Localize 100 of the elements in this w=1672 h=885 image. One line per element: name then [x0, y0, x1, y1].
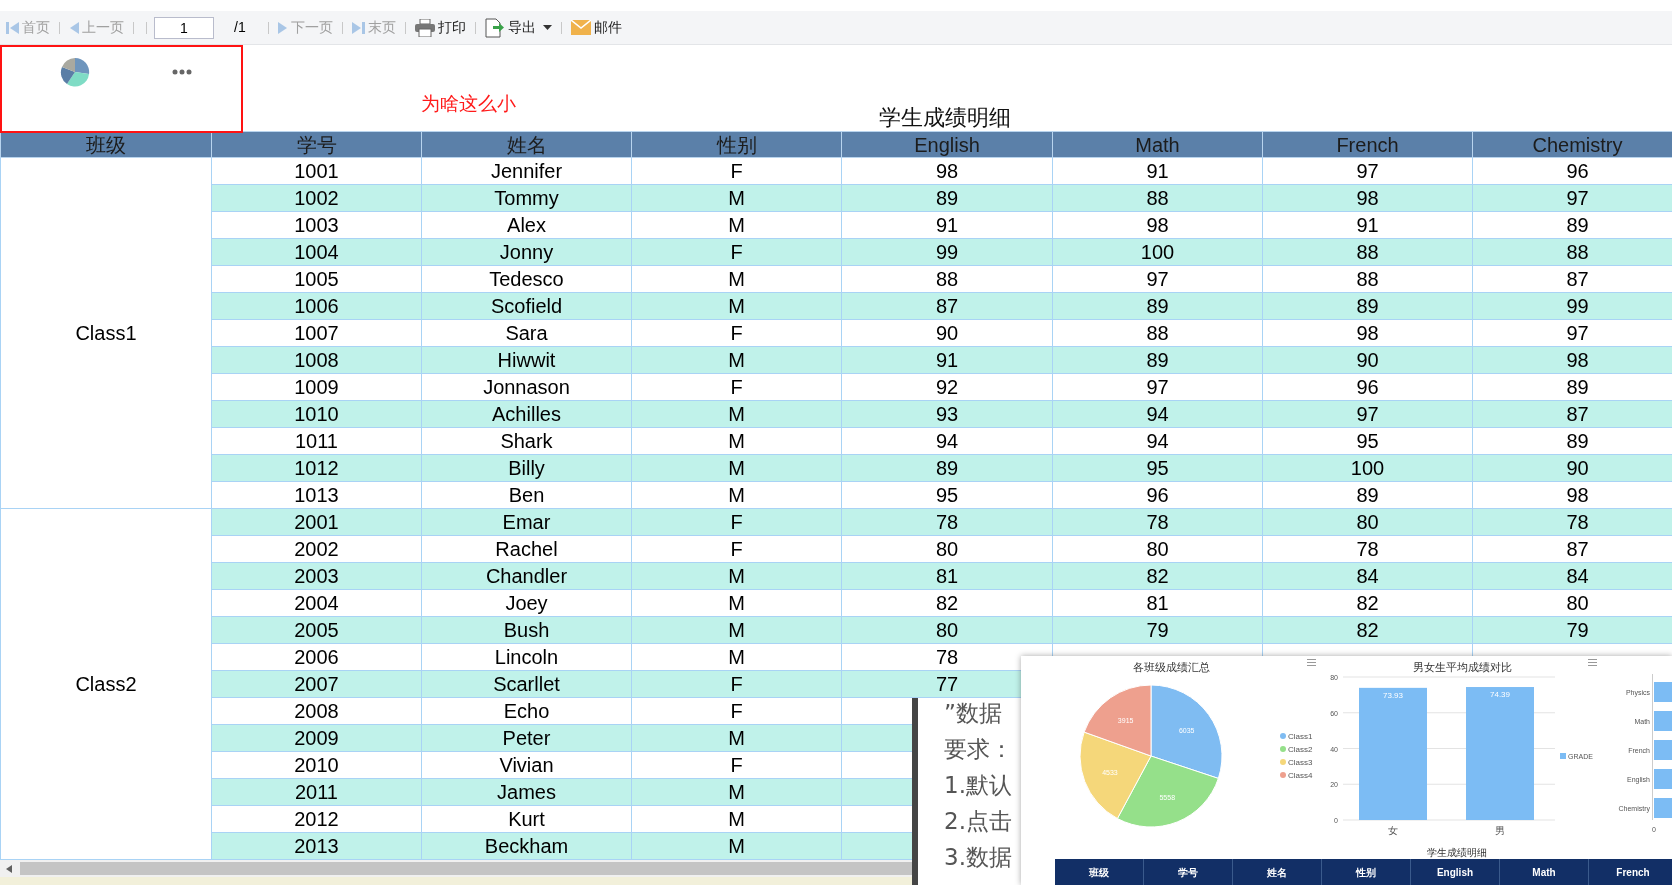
- table-cell: 89: [1262, 481, 1473, 509]
- bar: [1654, 769, 1672, 789]
- legend-label: Class4: [1288, 771, 1313, 780]
- table-cell: 1010: [211, 400, 422, 428]
- table-cell: 98: [1262, 184, 1473, 212]
- table-cell: F: [631, 319, 842, 347]
- table-cell: 78: [1052, 508, 1263, 536]
- table-cell: 2004: [211, 589, 422, 617]
- table-cell: 89: [1472, 427, 1672, 455]
- table-cell: 89: [841, 454, 1053, 482]
- table-cell: 2002: [211, 535, 422, 563]
- export-button[interactable]: 导出: [482, 15, 554, 40]
- table-cell: M: [631, 643, 842, 671]
- table-cell: 80: [841, 616, 1053, 644]
- table-cell: 91: [841, 211, 1053, 239]
- page-number-field[interactable]: 1: [154, 16, 214, 39]
- table-cell: 78: [1472, 508, 1672, 536]
- table-cell: 82: [1262, 589, 1473, 617]
- table-cell: 98: [841, 157, 1053, 185]
- table-cell: Scarllet: [421, 670, 632, 698]
- class-cell: Class1: [0, 157, 212, 509]
- pie-chart-icon[interactable]: [60, 57, 90, 87]
- table-cell: M: [631, 454, 842, 482]
- table-cell: 1008: [211, 346, 422, 374]
- table-cell: Hiwwit: [421, 346, 632, 374]
- chart-title: 男女生平均成绩对比: [1412, 661, 1512, 673]
- table-cell: 87: [1472, 265, 1672, 293]
- table-cell: 1009: [211, 373, 422, 401]
- table-cell: 89: [1472, 211, 1672, 239]
- first-page-icon: [6, 20, 19, 35]
- bar: [1654, 740, 1672, 760]
- table-cell: 1011: [211, 427, 422, 455]
- table-cell: M: [631, 346, 842, 374]
- column-header: 学号: [1144, 859, 1233, 885]
- table-cell: 97: [1052, 265, 1263, 293]
- table-cell: 91: [1052, 157, 1263, 185]
- menu-icon[interactable]: [1307, 659, 1316, 666]
- bar: [1654, 798, 1672, 818]
- table-cell: 2006: [211, 643, 422, 671]
- legend-label: Class3: [1288, 758, 1313, 767]
- table-cell: 78: [841, 508, 1053, 536]
- table-cell: 95: [1262, 427, 1473, 455]
- report-title: 学生成绩明细: [879, 104, 1011, 132]
- table-cell: 79: [1052, 616, 1263, 644]
- table-cell: 100: [1262, 454, 1473, 482]
- column-header: 姓名: [421, 131, 632, 158]
- table-cell: 1002: [211, 184, 422, 212]
- more-icon[interactable]: [172, 69, 192, 75]
- table-cell: 89: [1052, 346, 1263, 374]
- previous-icon: [69, 20, 79, 35]
- column-header: 性别: [1322, 859, 1411, 885]
- column-header: 班级: [1055, 859, 1144, 885]
- table-cell: Echo: [421, 697, 632, 725]
- mail-button[interactable]: 邮件: [568, 15, 624, 40]
- table-cell: F: [631, 697, 842, 725]
- scroll-left-icon[interactable]: [6, 864, 12, 873]
- table-cell: Jonnason: [421, 373, 632, 401]
- print-button[interactable]: 打印: [412, 15, 468, 40]
- table-cell: 1001: [211, 157, 422, 185]
- column-header: English: [1411, 859, 1500, 885]
- table-cell: M: [631, 481, 842, 509]
- bar: [1654, 711, 1672, 731]
- table-cell: 82: [1262, 616, 1473, 644]
- table-cell: 98: [1472, 481, 1672, 509]
- table-cell: 87: [1472, 535, 1672, 563]
- legend-marker: [1280, 746, 1286, 752]
- table-cell: 78: [1262, 535, 1473, 563]
- table-cell: Tommy: [421, 184, 632, 212]
- table-cell: 99: [841, 238, 1053, 266]
- table-cell: F: [631, 373, 842, 401]
- table-cell: F: [631, 751, 842, 779]
- column-header: 姓名: [1233, 859, 1322, 885]
- menu-icon[interactable]: [1588, 659, 1597, 666]
- table-cell: 1005: [211, 265, 422, 293]
- legend-marker: [1280, 772, 1286, 778]
- table-cell: Bush: [421, 616, 632, 644]
- table-cell: M: [631, 427, 842, 455]
- table-cell: 91: [841, 346, 1053, 374]
- table-cell: 2009: [211, 724, 422, 752]
- table-cell: 90: [1472, 454, 1672, 482]
- table-cell: 91: [1262, 211, 1473, 239]
- table-cell: 1007: [211, 319, 422, 347]
- table-cell: Joey: [421, 589, 632, 617]
- bar-value-label: 74.39: [1490, 690, 1510, 700]
- table-cell: 2012: [211, 805, 422, 833]
- table-cell: 97: [1262, 157, 1473, 185]
- table-cell: Lincoln: [421, 643, 632, 671]
- table-cell: 1013: [211, 481, 422, 509]
- table-cell: Jennifer: [421, 157, 632, 185]
- table-cell: 97: [1472, 319, 1672, 347]
- table-cell: Scofield: [421, 292, 632, 320]
- table-cell: 95: [841, 481, 1053, 509]
- document-text: 2.点击: [944, 807, 1013, 836]
- table-cell: 2005: [211, 616, 422, 644]
- table-cell: M: [631, 616, 842, 644]
- table-cell: Sara: [421, 319, 632, 347]
- table-cell: M: [631, 184, 842, 212]
- table-cell: 89: [1052, 292, 1263, 320]
- column-header: 学号: [211, 131, 422, 158]
- column-header: 班级: [0, 131, 212, 158]
